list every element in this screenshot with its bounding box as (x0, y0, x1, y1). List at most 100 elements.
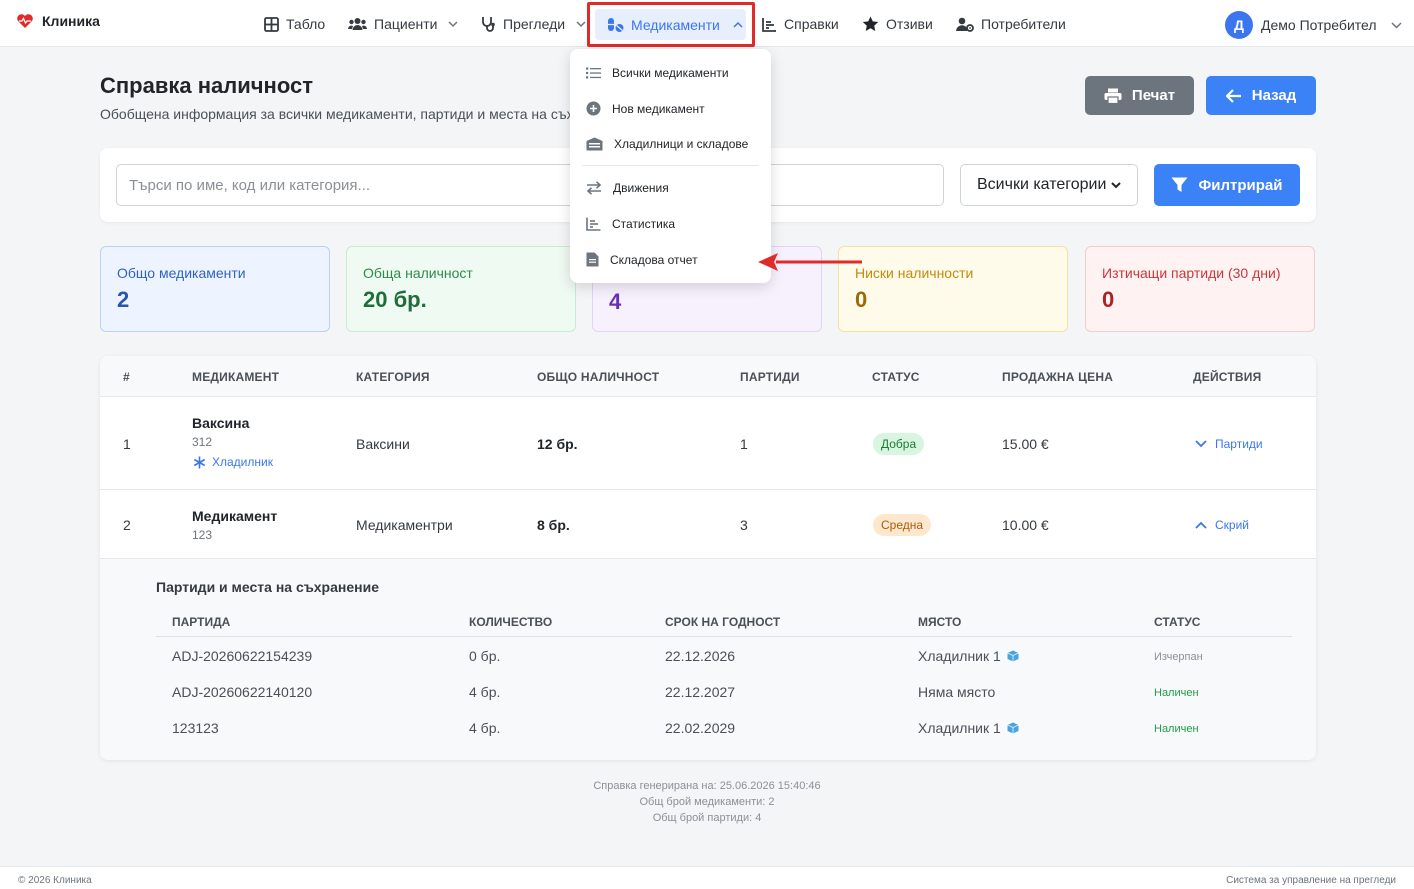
row-num: 1 (123, 436, 131, 452)
user-name: Демо Потребител (1261, 17, 1377, 33)
menu-item-fridges[interactable]: Хладилници и складове (586, 137, 748, 151)
page-title: Справка наличност (100, 73, 313, 98)
menu-item-label: Нов медикамент (612, 101, 705, 116)
table-row: 2 Медикамент 123 Медикаментри 8 бр. 3 Ср… (100, 490, 1316, 559)
batches-panel: Партиди и места на съхранение ПАРТИДА КО… (100, 559, 1316, 760)
menu-item-new-medicine[interactable]: Нов медикамент (586, 101, 705, 116)
nav-dashboard-label: Табло (286, 16, 326, 32)
stat-value: 0 (855, 287, 868, 312)
stat-label: Ниски наличности (855, 265, 974, 281)
col-status: СТАТУС (872, 370, 920, 384)
top-navbar: Клиника Табло Пациенти Прегледи Медикаме… (0, 0, 1414, 47)
print-button[interactable]: Печат (1085, 76, 1194, 115)
page-subtitle: Обобщена информация за всички медикамент… (100, 106, 570, 122)
stat-expiring-batches: Изтичащи партиди (30 дни) 0 (1085, 246, 1315, 332)
generated-batches-count: Общ брой партиди: 4 (652, 812, 762, 824)
menu-item-label: Статистика (612, 217, 676, 231)
medicines-dropdown: Всички медикаменти Нов медикамент Хладил… (570, 49, 771, 283)
brand-name: Клиника (42, 13, 100, 29)
nav-dashboard[interactable]: Табло (264, 11, 325, 37)
chevron-up-icon (1195, 521, 1207, 529)
chart-bar-icon (586, 217, 601, 231)
medicine-code: 123 (192, 528, 213, 542)
stethoscope-icon (480, 16, 496, 32)
stat-total-medicines: Общо медикаменти 2 (100, 246, 330, 332)
medicine-category: Медикаментри (356, 517, 453, 533)
category-select[interactable]: Всички категории (960, 164, 1138, 206)
users-icon (348, 17, 367, 31)
cube-icon (1007, 722, 1019, 734)
batch-status: Наличен (1154, 723, 1199, 735)
batch-code: ADJ-20260622140120 (172, 684, 313, 700)
annotation-arrow-icon (758, 251, 864, 273)
show-batches-button[interactable]: Партиди (1195, 437, 1263, 451)
nav-reports[interactable]: Справки (762, 11, 839, 37)
stat-total-stock: Обща наличност 20 бр. (346, 246, 576, 332)
footer-system-name: Система за управление на прегледи (1226, 875, 1396, 886)
nav-patients[interactable]: Пациенти (348, 11, 458, 37)
menu-item-label: Складова отчет (610, 252, 698, 267)
brand[interactable]: Клиника (16, 13, 100, 29)
print-label: Печат (1131, 87, 1176, 104)
batch-code: 123123 (172, 720, 219, 736)
batch-place: Няма място (918, 684, 996, 700)
nav-reviews[interactable]: Отзиви (862, 11, 933, 37)
nav-exams[interactable]: Прегледи (480, 11, 586, 37)
chevron-down-icon (1111, 181, 1121, 189)
warehouse-icon (586, 137, 603, 151)
col-batch-status: СТАТУС (1154, 615, 1201, 629)
heart-pulse-icon (16, 13, 34, 29)
medicine-price: 15.00 € (1002, 436, 1049, 452)
batch-expiry: 22.02.2029 (665, 720, 736, 736)
generated-info: Справка генерирана на: 25.06.2026 15:40:… (0, 778, 1414, 826)
medicine-name: Медикамент (192, 508, 278, 524)
back-button[interactable]: Назад (1206, 76, 1316, 115)
nav-exams-label: Прегледи (503, 16, 566, 32)
col-actions: ДЕЙСТВИЯ (1193, 370, 1262, 384)
batches-title: Партиди и места на съхранение (156, 579, 379, 595)
printer-icon (1104, 88, 1122, 104)
batch-code: ADJ-20260622154239 (172, 648, 313, 664)
menu-item-movements[interactable]: Движения (586, 181, 669, 195)
search-input[interactable] (116, 164, 944, 206)
medicine-name: Ваксина (192, 415, 250, 431)
user-menu[interactable]: Д Демо Потребител (1225, 11, 1402, 39)
table-row: 1 Ваксина 312 Хладилник Ваксини 12 бр. 1… (100, 397, 1316, 490)
batch-status: Изчерпан (1154, 651, 1203, 663)
col-batch: ПАРТИДА (172, 615, 231, 629)
col-total-stock: ОБЩО НАЛИЧНОСТ (537, 370, 660, 384)
filter-button[interactable]: Филтрирай (1154, 164, 1300, 206)
chart-bar-icon (762, 17, 777, 32)
batch-place: Хладилник 1 (918, 648, 1019, 664)
plus-circle-icon (586, 101, 601, 116)
storage-link[interactable]: Хладилник (193, 455, 273, 469)
list-icon (586, 67, 601, 79)
batch-place-label: Хладилник 1 (918, 720, 1001, 736)
nav-users-label: Потребители (981, 16, 1066, 32)
batch-status: Наличен (1154, 687, 1199, 699)
nav-patients-label: Пациенти (374, 16, 438, 32)
menu-item-label: Хладилници и складове (614, 137, 749, 151)
menu-item-warehouse-report[interactable]: Складова отчет (586, 252, 698, 267)
action-label: Скрий (1215, 518, 1249, 532)
col-medicine: МЕДИКАМЕНТ (192, 370, 280, 384)
footer-copyright: © 2026 Клиника (18, 875, 92, 886)
grid-icon (264, 16, 279, 32)
nav-users[interactable]: Потребители (956, 11, 1066, 37)
user-gear-icon (956, 17, 974, 32)
stat-value: 2 (117, 287, 130, 312)
col-expiry: СРОК НА ГОДНОСТ (665, 615, 781, 629)
status-badge: Средна (873, 514, 932, 536)
menu-item-statistics[interactable]: Статистика (586, 217, 675, 231)
hide-batches-button[interactable]: Скрий (1195, 518, 1249, 532)
snowflake-icon (193, 456, 206, 469)
generated-date: Справка генерирана на: 25.06.2026 15:40:… (593, 780, 821, 792)
medicine-category: Ваксини (356, 436, 410, 452)
col-batches: ПАРТИДИ (740, 370, 800, 384)
medicine-qty: 12 бр. (537, 436, 578, 452)
chevron-down-icon (1195, 440, 1207, 448)
stat-low-stock: Ниски наличности 0 (838, 246, 1068, 332)
status-badge: Добра (873, 433, 925, 455)
menu-item-all-medicines[interactable]: Всички медикаменти (586, 66, 729, 80)
medicine-qty: 8 бр. (537, 517, 570, 533)
